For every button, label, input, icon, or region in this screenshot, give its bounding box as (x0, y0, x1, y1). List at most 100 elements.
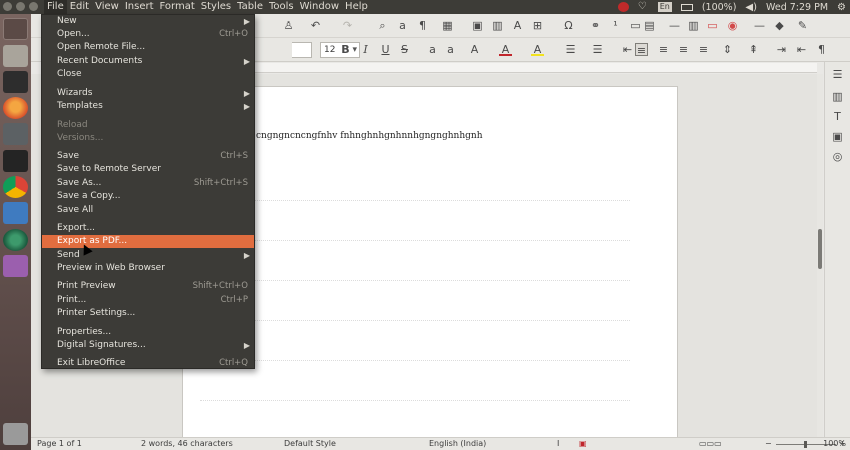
bold-icon[interactable]: B (339, 43, 352, 56)
scrollbar-thumb[interactable] (818, 229, 822, 269)
indent-icon[interactable]: ⇥ (775, 43, 788, 56)
menu-item-save-all[interactable]: Save All (42, 204, 254, 217)
insert-table-icon[interactable]: ▦ (441, 19, 454, 32)
battery-icon[interactable] (680, 3, 693, 11)
align-right-icon[interactable]: ≡ (677, 43, 690, 56)
hyperlink-icon[interactable]: ⚭ (589, 19, 602, 32)
line-icon[interactable]: — (753, 19, 766, 32)
menu-item-recent[interactable]: Recent Documents ▶ (42, 55, 254, 68)
properties-icon[interactable]: ▥ (831, 90, 844, 103)
network-icon[interactable]: ♡ (638, 2, 649, 12)
highlight-color-icon[interactable]: A (531, 43, 544, 56)
menu-item-preview-browser[interactable]: Preview in Web Browser (42, 262, 254, 275)
navigator-icon[interactable]: ◎ (831, 150, 844, 163)
page-break-icon[interactable]: — (668, 19, 681, 32)
settings-gear-icon[interactable]: ⚙ (837, 2, 846, 13)
undo-icon[interactable]: ↶ (309, 19, 322, 32)
menu-item-send[interactable]: Send ▶ (42, 249, 254, 262)
sidebar-menu-icon[interactable]: ☰ (831, 68, 844, 81)
page-count[interactable]: Page 1 of 1 (37, 439, 82, 448)
signature-icon[interactable]: ▣ (579, 439, 587, 448)
insert-field-icon-2[interactable]: ▥ (687, 19, 700, 32)
minimize-window-button[interactable] (16, 2, 25, 11)
dash-icon[interactable] (3, 18, 28, 40)
line-spacing-icon[interactable]: ⇕ (721, 43, 734, 56)
horizontal-ruler[interactable] (181, 63, 817, 73)
language[interactable]: English (India) (429, 439, 486, 448)
styles-icon[interactable]: T (831, 110, 844, 123)
subscript-icon[interactable]: a (444, 43, 457, 56)
view-layout-icon[interactable]: ▭▭▭ (699, 439, 722, 448)
spelling-icon[interactable]: a (396, 19, 409, 32)
insert-textbox-icon[interactable]: A (511, 19, 524, 32)
gallery-icon[interactable]: ▣ (831, 130, 844, 143)
strikethrough-icon[interactable]: S (398, 43, 411, 56)
keyboard-indicator[interactable]: En (657, 2, 672, 12)
align-left-icon[interactable]: ≡ (635, 43, 648, 57)
insert-image-icon[interactable]: ▣ (471, 19, 484, 32)
menu-item-open[interactable]: Open... Ctrl+O (42, 28, 254, 41)
menu-help[interactable]: Help (342, 0, 371, 14)
draw-icon[interactable]: ✎ (796, 19, 809, 32)
paragraph-spacing-icon[interactable]: ⇞ (747, 43, 760, 56)
terminal-icon[interactable] (3, 150, 28, 172)
menu-item-print[interactable]: Print... Ctrl+P (42, 294, 254, 307)
font-name-dropdown[interactable] (292, 42, 312, 58)
menu-item-exit[interactable]: Exit LibreOffice Ctrl+Q (42, 357, 254, 370)
menu-edit[interactable]: Edit (67, 0, 92, 14)
menu-window[interactable]: Window (297, 0, 342, 14)
shapes-icon[interactable]: ▭ (706, 19, 719, 32)
menu-item-save-remote[interactable]: Save to Remote Server (42, 163, 254, 176)
maximize-window-button[interactable] (29, 2, 38, 11)
menu-table[interactable]: Table (234, 0, 266, 14)
comment-icon[interactable]: ▭ (629, 19, 642, 32)
menu-item-reload[interactable]: Reload (42, 119, 254, 132)
basic-shapes-icon[interactable]: ◆ (773, 19, 786, 32)
menu-item-export[interactable]: Export... (42, 222, 254, 235)
writer-icon[interactable] (3, 202, 28, 224)
menu-insert[interactable]: Insert (122, 0, 157, 14)
menu-item-printer-settings[interactable]: Printer Settings... (42, 307, 254, 320)
vertical-scrollbar[interactable] (817, 74, 823, 437)
word-count[interactable]: 2 words, 46 characters (141, 439, 233, 448)
menu-item-print-preview[interactable]: Print Preview Shift+Ctrl+O (42, 280, 254, 293)
clone-formatting-icon[interactable]: ♙ (282, 19, 295, 32)
redo-icon[interactable]: ↷ (341, 19, 354, 32)
zoom-level[interactable]: 100% (823, 439, 846, 448)
menu-file[interactable]: File (44, 0, 67, 14)
superscript-icon[interactable]: a (426, 43, 439, 56)
document-text[interactable]: cngngncncngfnhv fnhnghnhgnhnnhgngnghnhgn… (256, 131, 483, 141)
update-indicator-icon[interactable] (617, 2, 629, 12)
menu-tools[interactable]: Tools (266, 0, 297, 14)
firefox-icon[interactable] (3, 97, 28, 119)
menu-item-digital-signatures[interactable]: Digital Signatures... ▶ (42, 339, 254, 352)
bullets-icon[interactable]: ☰ (564, 43, 577, 56)
outdent-icon[interactable]: ⇤ (795, 43, 808, 56)
menu-item-save-copy[interactable]: Save a Copy... (42, 190, 254, 203)
volume-icon[interactable]: ◀) (745, 2, 757, 13)
menu-item-open-remote[interactable]: Open Remote File... (42, 41, 254, 54)
insert-chart-icon[interactable]: ▥ (491, 19, 504, 32)
menu-item-versions[interactable]: Versions... (42, 132, 254, 145)
clock[interactable]: Wed 7:29 PM (766, 2, 828, 13)
underline-icon[interactable]: U (379, 43, 392, 56)
menu-item-new[interactable]: New ▶ (42, 15, 254, 28)
paragraph-dialog-icon[interactable]: ¶ (815, 43, 828, 56)
record-icon[interactable]: ◉ (726, 19, 739, 32)
globe-icon[interactable] (3, 229, 28, 251)
insert-field-icon[interactable]: ⊞ (531, 19, 544, 32)
files-icon[interactable] (3, 45, 28, 67)
system-monitor-icon[interactable] (3, 71, 28, 93)
menu-item-save-as[interactable]: Save As... Shift+Ctrl+S (42, 177, 254, 190)
italic-icon[interactable]: I (359, 43, 372, 56)
chrome-icon[interactable] (3, 176, 28, 198)
find-replace-icon[interactable]: ⌕ (376, 19, 389, 32)
numbering-icon[interactable]: ☰ (591, 43, 604, 56)
clear-formatting-icon[interactable]: A (468, 43, 481, 56)
track-changes-icon[interactable]: ▤ (643, 19, 656, 32)
formatting-marks-icon[interactable]: ¶ (416, 19, 429, 32)
insert-mode-icon[interactable]: I (557, 439, 559, 448)
menu-item-save[interactable]: Save Ctrl+S (42, 150, 254, 163)
menu-item-wizards[interactable]: Wizards ▶ (42, 87, 254, 100)
menu-styles[interactable]: Styles (198, 0, 234, 14)
